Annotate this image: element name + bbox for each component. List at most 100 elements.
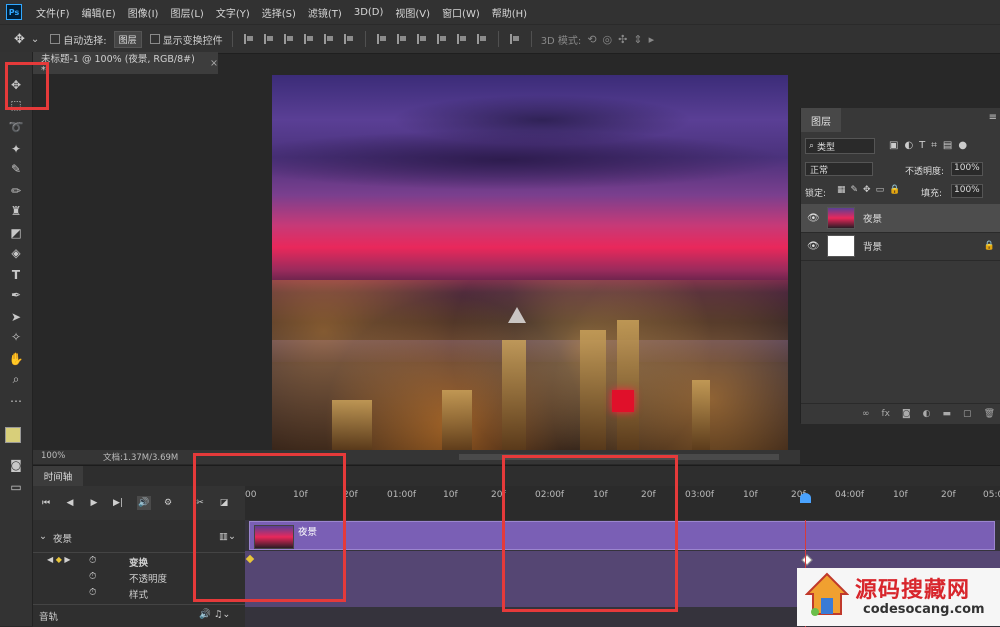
audio-track-controls-icon[interactable]: 🔊 ♫⌄	[199, 609, 230, 620]
tools-panel: ✥ ⬚ ➰ ✦ ✎ ✏ ♜ ◩ ◈ T ✒ ➤ ✧ ✋ ⌕ ⋯ ◙ ▭	[0, 52, 33, 626]
auto-align-icon[interactable]	[509, 34, 520, 44]
menu-edit[interactable]: 编辑(E)	[82, 5, 116, 20]
mask-icon[interactable]: ◙	[902, 409, 911, 419]
align-vcenter-icon[interactable]	[263, 34, 274, 44]
layers-tab[interactable]: 图层	[801, 108, 841, 132]
eye-icon[interactable]: 👁	[807, 213, 820, 224]
trash-icon[interactable]: 🗑	[984, 409, 995, 419]
menu-type[interactable]: 文字(Y)	[216, 5, 250, 20]
3d-scale-icon[interactable]: ▸	[649, 33, 655, 46]
show-transform-checkbox[interactable]	[149, 34, 160, 44]
align-hcenter-icon[interactable]	[323, 34, 334, 44]
play-icon[interactable]: ▶	[87, 496, 101, 510]
stamp-tool-icon[interactable]: ♜	[5, 202, 27, 220]
lock-icons[interactable]: ▦✎✥▭🔒	[837, 185, 905, 195]
first-frame-icon[interactable]: ⏮	[39, 496, 53, 510]
building	[332, 400, 372, 450]
search-icon: ⌕	[809, 141, 815, 151]
3d-slide-icon[interactable]: ⇕	[633, 33, 642, 46]
align-right-icon[interactable]	[343, 34, 354, 44]
audio-icon[interactable]: 🔊	[137, 496, 151, 510]
magic-wand-icon[interactable]: ✦	[5, 140, 27, 158]
playhead-handle[interactable]	[800, 493, 811, 503]
distribute-hcenter-icon[interactable]	[456, 34, 467, 44]
stopwatch-icon[interactable]: ⏱	[89, 571, 96, 582]
3d-roll-icon[interactable]: ◎	[603, 33, 613, 46]
property-opacity: 不透明度	[129, 574, 168, 585]
link-icon[interactable]: ∞	[862, 409, 870, 419]
screen-mode-icon[interactable]: ▭	[5, 478, 27, 496]
more-tools-icon[interactable]: ⋯	[5, 392, 27, 410]
align-bottom-icon[interactable]	[283, 34, 294, 44]
menu-window[interactable]: 窗口(W)	[442, 5, 480, 20]
distribute-right-icon[interactable]	[476, 34, 487, 44]
distribute-bottom-icon[interactable]	[416, 34, 427, 44]
blend-mode-dropdown[interactable]: 正常	[805, 162, 873, 176]
move-tool-preset-icon[interactable]: ✥	[14, 32, 25, 47]
stopwatch-icon[interactable]: ⏱	[89, 555, 96, 566]
prev-frame-icon[interactable]: ◀	[63, 496, 77, 510]
auto-select-checkbox[interactable]	[50, 34, 61, 44]
chevron-down-icon[interactable]: ⌄	[31, 34, 39, 45]
menu-help[interactable]: 帮助(H)	[492, 5, 527, 20]
path-select-icon[interactable]: ➤	[5, 308, 27, 326]
ruler-tick: 10f	[743, 490, 758, 500]
divider	[497, 31, 499, 47]
chevron-down-icon[interactable]: ⌄	[39, 531, 47, 542]
panel-menu-icon[interactable]: ≡	[989, 112, 997, 123]
distribute-left-icon[interactable]	[436, 34, 447, 44]
stopwatch-icon[interactable]: ⏱	[89, 587, 96, 598]
eye-icon[interactable]: 👁	[807, 241, 820, 252]
foreground-color-swatch[interactable]	[5, 427, 21, 443]
layer-row-night[interactable]: 👁 夜景	[801, 204, 1000, 233]
keyframe-nav-icon[interactable]: ◀ ◆ ▶	[47, 555, 71, 564]
document-tab[interactable]: 未标题-1 @ 100% (夜景, RGB/8#) * ×	[33, 52, 218, 76]
quick-mask-icon[interactable]: ◙	[5, 456, 27, 474]
brush-tool-icon[interactable]: ✏	[5, 182, 27, 200]
layer-row-background[interactable]: 👁 背景 🔒	[801, 232, 1000, 261]
eyedropper-icon[interactable]: ✎	[5, 160, 27, 178]
menu-filter[interactable]: 滤镜(T)	[308, 5, 342, 20]
lock-label: 锁定:	[805, 189, 827, 199]
hand-tool-icon[interactable]: ✋	[5, 350, 27, 368]
ruler-tick: 05:0	[983, 490, 1000, 500]
opacity-input[interactable]: 100%	[951, 162, 983, 176]
pen-tool-icon[interactable]: ✒	[5, 286, 27, 304]
layer-filter-icons[interactable]: ▣◐T⌗▤●	[889, 140, 973, 151]
new-layer-icon[interactable]: ▢	[963, 409, 972, 419]
type-tool-icon[interactable]: T	[5, 266, 27, 284]
zoom-level[interactable]: 100%	[41, 451, 65, 461]
eraser-tool-icon[interactable]: ◩	[5, 224, 27, 242]
filter-kind-dropdown[interactable]: ⌕ 类型	[805, 138, 875, 154]
fx-icon[interactable]: fx	[881, 409, 890, 419]
align-left-icon[interactable]	[303, 34, 314, 44]
menu-view[interactable]: 视图(V)	[395, 5, 430, 20]
menu-file[interactable]: 文件(F)	[36, 5, 70, 20]
shape-tool-icon[interactable]: ✧	[5, 328, 27, 346]
ruler-tick: 04:00f	[835, 490, 865, 500]
close-icon[interactable]: ×	[210, 58, 218, 69]
document-info: 文档:1.37M/3.69M	[103, 453, 179, 463]
fill-input[interactable]: 100%	[951, 184, 983, 198]
lasso-tool-icon[interactable]: ➰	[5, 118, 27, 136]
paint-bucket-icon[interactable]: ◈	[5, 244, 27, 262]
menu-3d[interactable]: 3D(D)	[354, 7, 384, 18]
canvas-image[interactable]	[272, 75, 788, 450]
menu-layer[interactable]: 图层(L)	[170, 5, 203, 20]
distribute-vcenter-icon[interactable]	[396, 34, 407, 44]
align-top-icon[interactable]	[243, 34, 254, 44]
folder-icon[interactable]: ▬	[943, 409, 952, 419]
timeline-tab[interactable]: 时间轴	[33, 466, 83, 486]
distribute-top-icon[interactable]	[376, 34, 387, 44]
menu-image[interactable]: 图像(I)	[128, 5, 159, 20]
3d-rotate-icon[interactable]: ⟲	[587, 33, 596, 46]
menu-select[interactable]: 选择(S)	[262, 5, 296, 20]
zoom-tool-icon[interactable]: ⌕	[5, 370, 27, 388]
next-frame-icon[interactable]: ▶|	[111, 496, 125, 510]
adjustment-icon[interactable]: ◐	[923, 409, 931, 419]
ruler-tick: 20f	[941, 490, 956, 500]
auto-select-dropdown[interactable]: 图层	[113, 30, 142, 48]
settings-icon[interactable]: ⚙	[161, 496, 175, 510]
ruler-tick: 10f	[893, 490, 908, 500]
3d-drag-icon[interactable]: ✣	[618, 33, 627, 46]
